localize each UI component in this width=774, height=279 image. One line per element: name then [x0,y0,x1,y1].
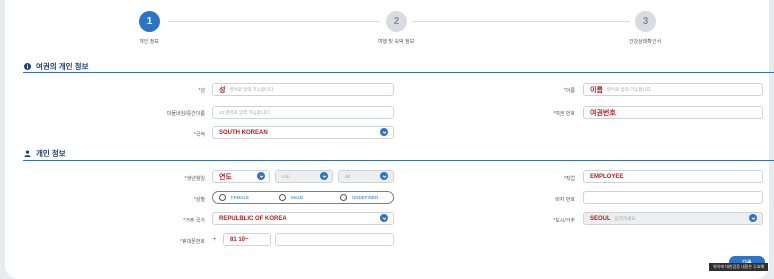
given-name-label: *이름 [563,88,575,94]
chevron-down-icon[interactable] [257,172,265,180]
step-2-indicator[interactable]: 2 [386,11,407,32]
visa-number-label: 비자 번호 [555,197,575,203]
section-divider [23,72,774,73]
passport-number-label: *여권 번호 [553,111,575,117]
step-1-indicator[interactable]: 1 [139,11,160,32]
given-name-field[interactable]: 이름 영어로 입력 가능합니다. [583,83,763,96]
occupation-field[interactable]: EMPLOYEE [583,170,763,183]
chevron-down-icon[interactable] [320,172,328,180]
radio-button[interactable] [219,194,226,201]
visa-number-field[interactable] [583,191,763,204]
gender-option-female[interactable]: FEMALE [219,194,249,201]
personal-section-title-text: 개인 정보 [36,149,66,158]
tooltip: 위치에 대한검증 내용은 무효해 [709,263,769,271]
radio-button[interactable] [340,194,347,201]
passport-section-title-text: 여권의 개인 정보 [36,62,89,71]
step-2-label: 여행 및 숙박 정보 [377,39,415,45]
nationality-label: *국적 [193,132,205,138]
radio-button[interactable] [279,194,286,201]
phone-plus-sign: + [213,237,217,243]
personal-section-title: 개인 정보 [24,148,66,159]
occupation-label: *직업 [563,176,575,182]
info-circle-icon [24,63,31,70]
phone-number-field[interactable] [275,233,394,246]
step-3-indicator[interactable]: 3 [635,11,656,32]
residence-country-label: *거주 국가 [183,218,205,224]
chevron-down-icon[interactable] [380,128,388,136]
gender-option-undefined[interactable]: UNDEFINED [340,194,378,201]
passport-section-title: 여권의 개인 정보 [24,61,88,72]
person-icon [24,150,31,157]
gender-option-male[interactable]: MALE [279,194,303,201]
section-divider [23,160,774,161]
step-1-label: 개인 정보 [139,39,159,45]
stepper-line [168,21,380,22]
phone-label: *휴대폰번호 [180,239,205,245]
chevron-down-icon[interactable] [380,172,388,180]
stepper-line [412,21,630,22]
chevron-down-icon[interactable] [380,214,388,222]
surname-label: *성 [198,88,205,94]
city-select[interactable]: SEOUL 입력하세요 [583,212,763,225]
surname-field[interactable]: 성 영어로 입력 가능합니다. [212,83,394,96]
form-card: 1 개인 정보 2 여행 및 숙박 정보 3 건강상태확인서 여권의 개인 정보… [5,0,774,279]
birth-date-label: *생년월일 [184,176,205,182]
phone-country-code-field[interactable]: 81 10~ [223,233,271,246]
chevron-down-icon[interactable] [749,214,757,222]
gender-radio-group: FEMALE MALE UNDEFINED [212,191,394,204]
city-label: *도시/거주 [553,218,575,224]
gender-label: *성별 [193,197,205,203]
step-3-label: 건강상태확인서 [628,39,662,45]
passport-number-field[interactable]: 여권번호 [583,106,763,119]
nationality-select[interactable]: SOUTH KOREAN [212,126,394,139]
middle-name-label: 미들네임/중간이름 [166,111,205,117]
residence-country-select[interactable]: REPULBLIC OF KOREA [212,212,394,225]
middle-name-field[interactable]: 42 영어로 입력 가능합니다. [212,106,394,119]
